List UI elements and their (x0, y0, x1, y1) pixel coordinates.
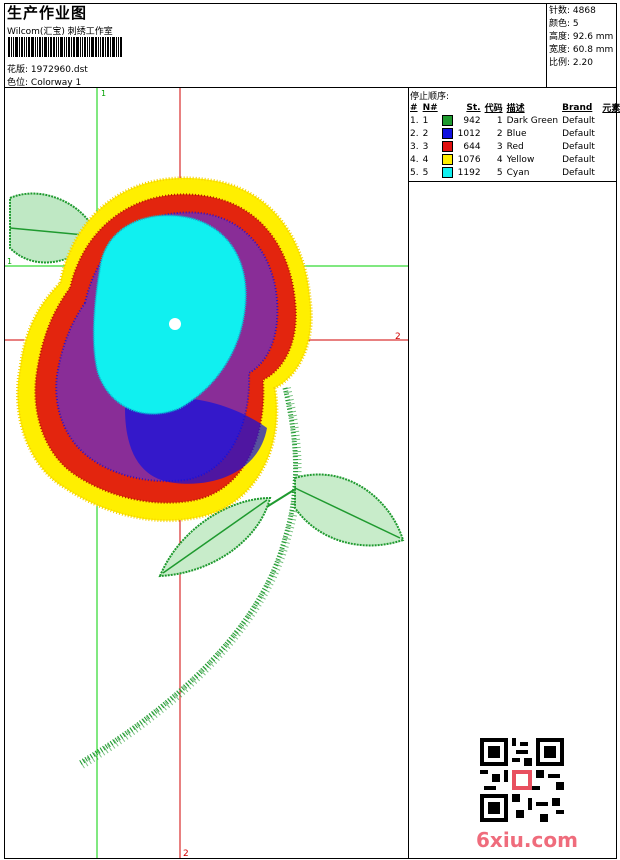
embroidery-design: 1 1 2 2 (5, 88, 408, 858)
row-index: 3. (410, 141, 419, 152)
color-swatch (442, 115, 454, 126)
design-scale: 比例: 2.20 (549, 58, 593, 68)
row-stitches: 1076 (457, 154, 481, 165)
barcode (8, 37, 140, 57)
design-height: 高度: 92.6 mm (549, 32, 614, 42)
stats-panel: 针数: 4868 颜色: 5 高度: 92.6 mm 宽度: 60.8 mm 比… (549, 5, 613, 70)
row-index: 5. (410, 167, 419, 178)
design-label: 花版: (7, 65, 29, 75)
row-brand: Default (562, 154, 595, 165)
row-element (600, 140, 620, 153)
row-needle-number: 2 (422, 129, 429, 139)
col-desc: 描述 (506, 104, 525, 114)
design-info: 花版: 1972960.dst (7, 62, 88, 75)
row-needle: 1 (421, 114, 456, 127)
row-needle-number: 4 (422, 155, 429, 165)
row-element (600, 127, 620, 140)
row-needle: 4 (421, 153, 456, 166)
row-needle-number: 3 (422, 142, 429, 152)
row-desc: Red (506, 141, 524, 152)
row-needle: 2 (421, 127, 456, 140)
row-brand: Default (562, 115, 595, 126)
green-horizontal-guide-label: 1 (7, 257, 12, 266)
row-code: 4 (496, 154, 503, 165)
col-element: 元素 (602, 104, 620, 114)
row-desc: Cyan (506, 167, 530, 178)
row-index: 1. (410, 115, 419, 126)
row-stitches: 942 (463, 115, 481, 126)
row-desc: Dark Green (506, 115, 559, 126)
row-desc: Blue (506, 128, 527, 139)
red-horizontal-guide-label: 2 (395, 332, 401, 342)
row-needle-number: 5 (422, 168, 429, 178)
row-needle: 5 (421, 166, 456, 179)
color-row-2: 2. 2 1012 2 Blue Default (408, 127, 620, 140)
watermark-logo: 6xiu.com (476, 828, 578, 852)
col-code: 代码 (484, 104, 503, 114)
row-index: 2. (410, 128, 419, 139)
stop-sequence-divider (408, 181, 617, 182)
row-stitches: 1192 (457, 167, 481, 178)
row-code: 5 (496, 167, 503, 178)
row-needle: 3 (421, 140, 456, 153)
row-needle-number: 1 (422, 116, 429, 126)
col-brand: Brand (562, 102, 593, 113)
color-row-4: 4. 4 1076 4 Yellow Default (408, 153, 620, 166)
row-stitches: 644 (463, 141, 481, 152)
row-element (600, 114, 620, 127)
row-brand: Default (562, 167, 595, 178)
color-swatch (442, 167, 454, 178)
row-element (600, 153, 620, 166)
color-row-1: 1. 1 942 1 Dark Green Default (408, 114, 620, 127)
color-row-3: 3. 3 644 3 Red Default (408, 140, 620, 153)
stitch-count: 针数: 4868 (549, 6, 596, 16)
row-code: 3 (496, 141, 503, 152)
color-count: 颜色: 5 (549, 19, 579, 29)
color-swatch (442, 141, 454, 152)
row-desc: Yellow (506, 154, 535, 165)
row-index: 4. (410, 154, 419, 165)
green-vertical-guide-label: 1 (101, 89, 106, 98)
row-brand: Default (562, 141, 595, 152)
leaf-right (294, 473, 405, 547)
row-code: 1 (496, 115, 503, 126)
color-table: # N# St. 代码 描述 Brand 元素 1. 1 942 1 Dark Gree… (408, 101, 620, 179)
subtitle: Wilcom(汇宝) 刺绣工作室 (7, 27, 113, 37)
qr-code (480, 738, 564, 822)
col-stitches: St. (466, 102, 481, 113)
color-row-5: 5. 5 1192 5 Cyan Default (408, 166, 620, 179)
col-index: # (410, 102, 418, 113)
color-swatch (442, 128, 454, 139)
row-element (600, 166, 620, 179)
page-title: 生产作业图 (7, 4, 88, 22)
col-needle: N# (422, 102, 438, 113)
color-table-header: # N# St. 代码 描述 Brand 元素 (408, 101, 620, 115)
color-swatch (442, 154, 454, 165)
row-brand: Default (562, 128, 595, 139)
row-code: 2 (496, 128, 503, 139)
row-stitches: 1012 (457, 128, 481, 139)
design-value: 1972960.dst (30, 65, 88, 75)
red-vertical-guide-label: 2 (183, 849, 189, 858)
design-width: 宽度: 60.8 mm (549, 45, 614, 55)
